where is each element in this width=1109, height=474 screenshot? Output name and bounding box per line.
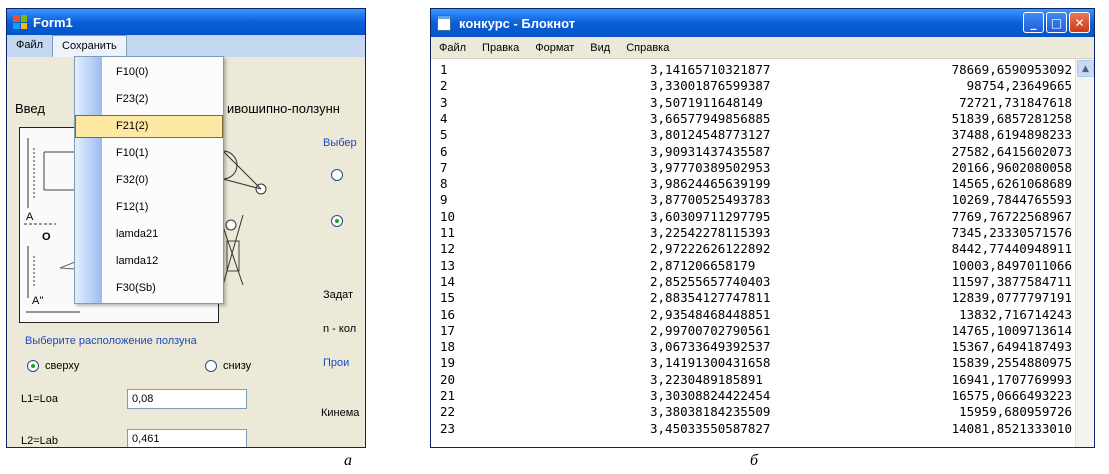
menu-edit[interactable]: Правка: [474, 42, 527, 54]
notepad-titlebar[interactable]: конкурс - Блокнот _ □ ✕: [431, 9, 1094, 37]
label-set: Задат: [323, 289, 354, 301]
row-value-2: 16575,0666493223: [951, 388, 1072, 403]
form1-titlebar[interactable]: Form1: [7, 9, 365, 35]
row-value-2: 10003,8497011066: [951, 257, 1072, 273]
slider-position-label: Выберите расположение ползуна: [25, 335, 197, 347]
row-value-2: 51839,6857281258: [951, 110, 1072, 126]
label-n-count: n - кол: [323, 323, 357, 335]
form1-title: Form1: [33, 14, 73, 30]
menu-format[interactable]: Формат: [527, 42, 582, 54]
menu-file[interactable]: Файл: [7, 35, 52, 57]
row-value-2: 8442,77440948911: [951, 241, 1072, 257]
maximize-icon[interactable]: □: [1046, 12, 1067, 33]
row-value-2: 7345,23330571576: [951, 225, 1072, 240]
row-value-2: 14565,6261068689: [951, 176, 1072, 192]
row-value-2: 14081,8521333010: [951, 420, 1072, 436]
row-value-2: 15367,6494187493: [951, 339, 1072, 355]
menu-item-f12-1[interactable]: F12(1): [75, 196, 223, 219]
menu-item-lamda21[interactable]: lamda21: [75, 223, 223, 246]
field-input-l2[interactable]: 0,461: [127, 429, 247, 447]
radio-top[interactable]: [27, 360, 39, 372]
menu-help[interactable]: Справка: [618, 42, 677, 54]
field-input-l1[interactable]: 0,08: [127, 389, 247, 409]
heading-left: Введ: [15, 101, 45, 116]
heading-right: ивошипно-ползунн: [227, 101, 340, 116]
radio-option-1[interactable]: [331, 169, 343, 181]
minimize-icon[interactable]: _: [1023, 12, 1044, 33]
label-produce: Прои: [323, 357, 350, 369]
row-value-2: 15839,2554880975: [951, 355, 1072, 371]
caption-a: а: [344, 452, 352, 469]
row-value-2: 27582,6415602073: [951, 143, 1072, 159]
row-value-2: 13832,716714243: [959, 306, 1072, 322]
notepad-window: конкурс - Блокнот _ □ ✕ Файл Правка Форм…: [430, 8, 1095, 448]
row-value-2: 11597,3877584711: [951, 273, 1072, 289]
row-value-2: 16941,1707769993: [951, 371, 1072, 387]
row-value-2: 14765,1009713614: [951, 322, 1072, 338]
label-kinema: Кинема: [321, 407, 360, 419]
window-buttons: _ □ ✕: [1023, 12, 1090, 33]
notepad-text-area[interactable]: 1 3,14165710321877 78669,6590953092 2 3,3300…: [431, 59, 1077, 447]
menu-item-f10-1[interactable]: F10(1): [75, 142, 223, 165]
row-value-2: 78669,6590953092: [951, 62, 1072, 77]
row-value-2: 15959,680959726: [959, 404, 1072, 420]
row-value-2: 98754,23649665: [966, 78, 1072, 94]
menu-item-f21-2[interactable]: F21(2): [75, 115, 223, 138]
save-dropdown-menu: F10(0) F23(2) F21(2) F10(1) F32(0) F12(1…: [74, 56, 224, 304]
menu-item-f30-sb[interactable]: F30(Sb): [75, 277, 223, 300]
row-value-2: 37488,6194898233: [951, 127, 1072, 143]
notepad-title: конкурс - Блокнот: [459, 15, 576, 31]
label-a: A: [26, 211, 34, 223]
vertical-scrollbar[interactable]: ▲: [1075, 59, 1094, 447]
notepad-menubar: Файл Правка Формат Вид Справка: [431, 37, 1094, 59]
menu-file[interactable]: Файл: [431, 42, 474, 54]
label-a2: A'': [32, 295, 44, 307]
radio-bottom[interactable]: [205, 360, 217, 372]
field-label-l1: L1=Loa: [21, 393, 59, 405]
notepad-icon: [437, 15, 451, 31]
field-label-l2: L2=Lab: [21, 435, 59, 447]
menu-item-f32-0[interactable]: F32(0): [75, 169, 223, 192]
label-o: O: [42, 231, 51, 243]
app-icon: [13, 15, 27, 29]
row-value-2: 20166,9602080058: [951, 159, 1072, 175]
menu-item-f10-0[interactable]: F10(0): [75, 61, 223, 84]
scroll-up-icon[interactable]: ▲: [1077, 60, 1094, 77]
form1-menubar: Файл Сохранить: [7, 35, 365, 57]
caption-b: б: [750, 452, 759, 469]
menu-item-lamda12[interactable]: lamda12: [75, 250, 223, 273]
menu-item-f23-2[interactable]: F23(2): [75, 88, 223, 111]
row-value-2: 12839,0777797191: [951, 290, 1072, 306]
row-value-2: 72721,731847618: [959, 94, 1072, 110]
radio-top-label: сверху: [45, 360, 80, 372]
close-icon[interactable]: ✕: [1069, 12, 1090, 33]
row-value-2: 10269,7844765593: [951, 192, 1072, 208]
menu-view[interactable]: Вид: [582, 42, 618, 54]
label-select: Выбер: [323, 137, 357, 149]
radio-option-2[interactable]: [331, 215, 343, 227]
row-value-2: 7769,76722568967: [951, 208, 1072, 224]
radio-bottom-label: снизу: [223, 360, 252, 372]
menu-save[interactable]: Сохранить: [52, 35, 127, 57]
form1-window: Form1 Файл Сохранить Введ ивошипно-ползу…: [6, 8, 366, 448]
